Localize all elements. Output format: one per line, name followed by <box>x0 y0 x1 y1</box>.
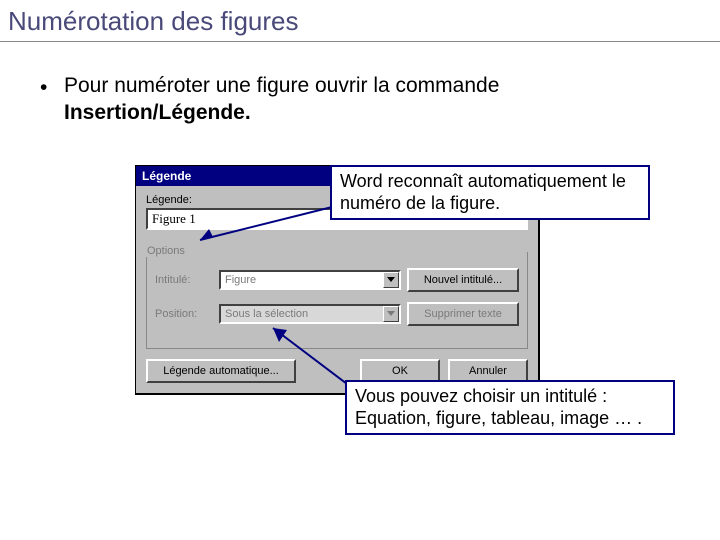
options-group: Options Intitulé: Figure Nouvel intitulé… <box>146 252 528 349</box>
bullet-bold: Insertion/Légende. <box>64 101 251 124</box>
nouvel-intitule-button[interactable]: Nouvel intitulé... <box>407 268 519 292</box>
bullet-item: • Pour numéroter une figure ouvrir la co… <box>40 72 650 127</box>
position-combo-value: Sous la sélection <box>221 308 383 320</box>
intitule-combo-value: Figure <box>221 274 383 286</box>
bullet-dot-icon: • <box>40 72 64 101</box>
annotation-box-1: Word reconnaît automatiquement le numéro… <box>330 165 650 220</box>
bullet-text: Pour numéroter une figure ouvrir la comm… <box>64 72 650 127</box>
intitule-combo[interactable]: Figure <box>219 270 401 290</box>
label-position: Position: <box>155 308 213 320</box>
bullet-block: • Pour numéroter une figure ouvrir la co… <box>40 72 650 127</box>
bullet-prefix: Pour numéroter une figure ouvrir la comm… <box>64 74 499 97</box>
label-intitule: Intitulé: <box>155 274 213 286</box>
options-group-label: Options <box>145 245 189 257</box>
page-title: Numérotation des figures <box>0 0 720 41</box>
chevron-down-icon <box>387 311 395 317</box>
intitule-combo-button[interactable] <box>383 272 399 288</box>
supprimer-texte-button[interactable]: Supprimer texte <box>407 302 519 326</box>
position-combo-button[interactable] <box>383 306 399 322</box>
legende-auto-button[interactable]: Légende automatique... <box>146 359 296 383</box>
annotation-box-2: Vous pouvez choisir un intitulé : Equati… <box>345 380 675 435</box>
chevron-down-icon <box>387 277 395 283</box>
row-position: Position: Sous la sélection Supprimer te… <box>155 302 519 326</box>
title-underline <box>0 41 720 42</box>
row-intitule: Intitulé: Figure Nouvel intitulé... <box>155 268 519 292</box>
position-combo[interactable]: Sous la sélection <box>219 304 401 324</box>
